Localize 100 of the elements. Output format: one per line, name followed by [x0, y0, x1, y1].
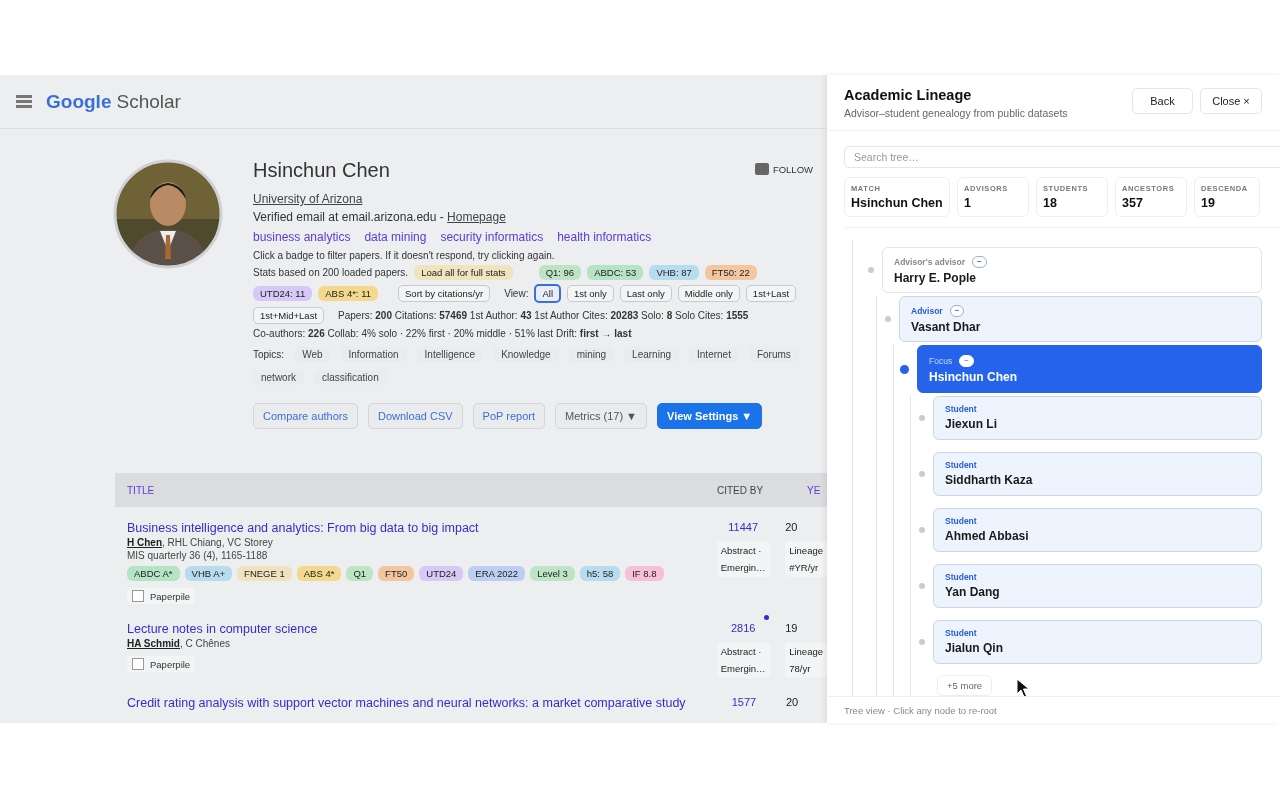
column-header[interactable]: TITLE — [115, 484, 717, 496]
rank-badge[interactable]: ABS 4* — [296, 566, 342, 581]
metrics-text: Papers: 200 Citations: 57469 1st Author: 43 1st Author Cites: 20283 Solo: 8 Solo Cites: 1555 — [338, 310, 749, 321]
tree-node-dot — [919, 471, 925, 477]
view-label: View: — [504, 288, 529, 299]
node-name: Vasant Dhar — [911, 320, 982, 334]
node-role-label: Student — [945, 516, 977, 526]
footer-hint: Tree view · Click any node to re-root — [827, 696, 1280, 723]
panel-subtitle: Advisor–student genealogy from public datasets — [844, 107, 1068, 119]
topics-label: Topics: — [253, 349, 285, 360]
filter-badge[interactable]: Q1: 96 — [538, 265, 582, 280]
cited-count[interactable]: 1577 — [731, 696, 757, 708]
node-role-label: Student — [945, 572, 977, 582]
load-all-button[interactable]: Load all for full stats — [414, 265, 513, 280]
rank-badge[interactable]: IF 8.8 — [625, 566, 664, 581]
filter-badge[interactable]: VHB: 87 — [649, 265, 699, 280]
node-role-label: Student — [945, 628, 977, 638]
node-name: Siddharth Kaza — [945, 473, 1034, 487]
rank-badge[interactable]: UTD24 — [419, 566, 464, 581]
paper-action[interactable]: Lineage — [789, 646, 823, 657]
paper-title-link[interactable]: Business intelligence and analytics: From big data to big impact — [127, 521, 692, 535]
tree-node-card[interactable]: Student Jiexun Li — [933, 396, 1262, 440]
tree-node-card[interactable]: Advisor − Vasant Dhar — [899, 296, 1262, 342]
affiliation-link[interactable]: University of Arizona — [253, 192, 813, 206]
interest-link[interactable]: data mining — [364, 230, 427, 244]
menu-icon[interactable] — [16, 95, 32, 108]
cited-count[interactable]: 11447 — [728, 521, 759, 533]
paperpile-checkbox[interactable]: Paperpile — [127, 656, 196, 672]
tree-node-card[interactable]: Advisor's advisor − Harry E. Pople — [882, 247, 1262, 293]
view-chip[interactable]: 1st only — [567, 285, 614, 302]
year-cell: 20 — [786, 696, 799, 708]
tree-node-card[interactable]: Student Ahmed Abbasi — [933, 508, 1262, 552]
paper-action[interactable]: Emergin… — [720, 663, 766, 674]
email-text: Verified email at email.arizona.edu - — [253, 210, 445, 224]
cited-count[interactable]: 2816 — [730, 622, 756, 634]
paper-action[interactable]: #YR/yr — [789, 562, 823, 573]
action-button[interactable]: Download CSV — [368, 403, 463, 429]
action-button[interactable]: Metrics (17) ▼ — [555, 403, 647, 429]
node-role-label: Student — [945, 460, 977, 470]
rank-badge[interactable]: h5: 58 — [579, 566, 621, 581]
collapse-toggle[interactable]: − — [959, 355, 974, 367]
interest-link[interactable]: security informatics — [440, 230, 544, 244]
more-button[interactable]: +5 more — [937, 675, 993, 696]
paper-action[interactable]: Lineage — [789, 545, 823, 556]
paper-action[interactable]: Abstract · — [720, 646, 766, 657]
panel-title: Academic Lineage — [844, 87, 973, 103]
node-role-label: Advisor — [911, 306, 943, 316]
paper-authors: H Chen, RHL Chiang, VC Storey — [127, 537, 274, 548]
tree-node-dot — [919, 527, 925, 533]
node-name: Jialun Qin — [945, 641, 1004, 655]
paper-action[interactable]: Abstract · — [720, 545, 766, 556]
follow-icon[interactable] — [754, 163, 769, 175]
action-button[interactable]: PoP report — [472, 403, 545, 429]
view-chip[interactable]: Last only — [619, 285, 672, 302]
paper-title-link[interactable]: Credit rating analysis with support vector machines and neural networks: a market comparative study — [127, 696, 692, 710]
interest-link[interactable]: business analytics — [253, 230, 351, 244]
rank-badge[interactable]: ABDC A* — [127, 566, 180, 581]
filter-badge[interactable]: UTD24: 11 — [253, 286, 313, 301]
collapse-toggle[interactable]: − — [972, 256, 987, 268]
logo-text: Scholar — [116, 90, 181, 113]
action-button[interactable]: View Settings ▼ — [657, 403, 763, 429]
filter-badge[interactable]: ABDC: 53 — [587, 265, 644, 280]
view-chip[interactable]: 1st+Last — [745, 285, 797, 302]
collapse-toggle[interactable]: − — [949, 305, 965, 317]
action-button[interactable]: Compare authors — [253, 403, 358, 429]
year-cell: 19 — [785, 622, 798, 634]
cursor-icon — [1016, 678, 1030, 698]
tree-node-card[interactable]: Focus − Hsinchun Chen — [917, 345, 1262, 393]
rank-badge[interactable]: Level 3 — [530, 566, 575, 581]
rank-badge[interactable]: VHB A+ — [184, 566, 233, 581]
interest-link[interactable]: health informatics — [557, 230, 652, 244]
node-name: Hsinchun Chen — [929, 370, 1018, 384]
view-chip[interactable]: All — [534, 284, 561, 303]
search-field[interactable]: Search tree… — [844, 146, 1280, 168]
rank-badge[interactable]: FT50 — [378, 566, 415, 581]
homepage-link[interactable]: Homepage — [447, 210, 506, 224]
rank-badge[interactable]: FNEGE 1 — [237, 566, 292, 581]
paperpile-checkbox[interactable]: Paperpile — [127, 588, 196, 604]
view-chip[interactable]: Middle only — [677, 285, 740, 302]
tree-node-card[interactable]: Student Yan Dang — [933, 564, 1262, 608]
follow-link[interactable]: FOLLOW — [772, 163, 813, 175]
view-chip[interactable]: 1st+Mid+Last — [253, 307, 325, 324]
hint-text: Click a badge to filter papers. If it doesn't respond, try clicking again. — [253, 250, 556, 261]
rank-badge[interactable]: ERA 2022 — [468, 566, 526, 581]
paper-action[interactable]: Emergin… — [720, 562, 766, 573]
paper-action[interactable]: 78/yr — [789, 663, 823, 674]
logo-wordmark[interactable]: Google — [46, 90, 112, 113]
rank-badge[interactable]: Q1 — [346, 566, 374, 581]
node-role-label: Focus — [929, 356, 953, 366]
back-button[interactable]: Back — [1132, 88, 1193, 114]
tree-node-card[interactable]: Student Siddharth Kaza — [933, 452, 1262, 496]
sort-button[interactable]: Sort by citations/yr — [398, 285, 491, 302]
tree-node-dot — [919, 639, 925, 645]
column-header[interactable]: YE — [807, 484, 821, 496]
filter-badge[interactable]: FT50: 22 — [704, 265, 757, 280]
tree-node-card[interactable]: Student Jialun Qin — [933, 620, 1262, 664]
close-button[interactable]: Close × — [1200, 88, 1262, 114]
paper-title-link[interactable]: Lecture notes in computer science — [127, 622, 692, 636]
filter-badge[interactable]: ABS 4*: 11 — [318, 286, 378, 301]
column-header[interactable]: CITED BY — [717, 484, 807, 496]
